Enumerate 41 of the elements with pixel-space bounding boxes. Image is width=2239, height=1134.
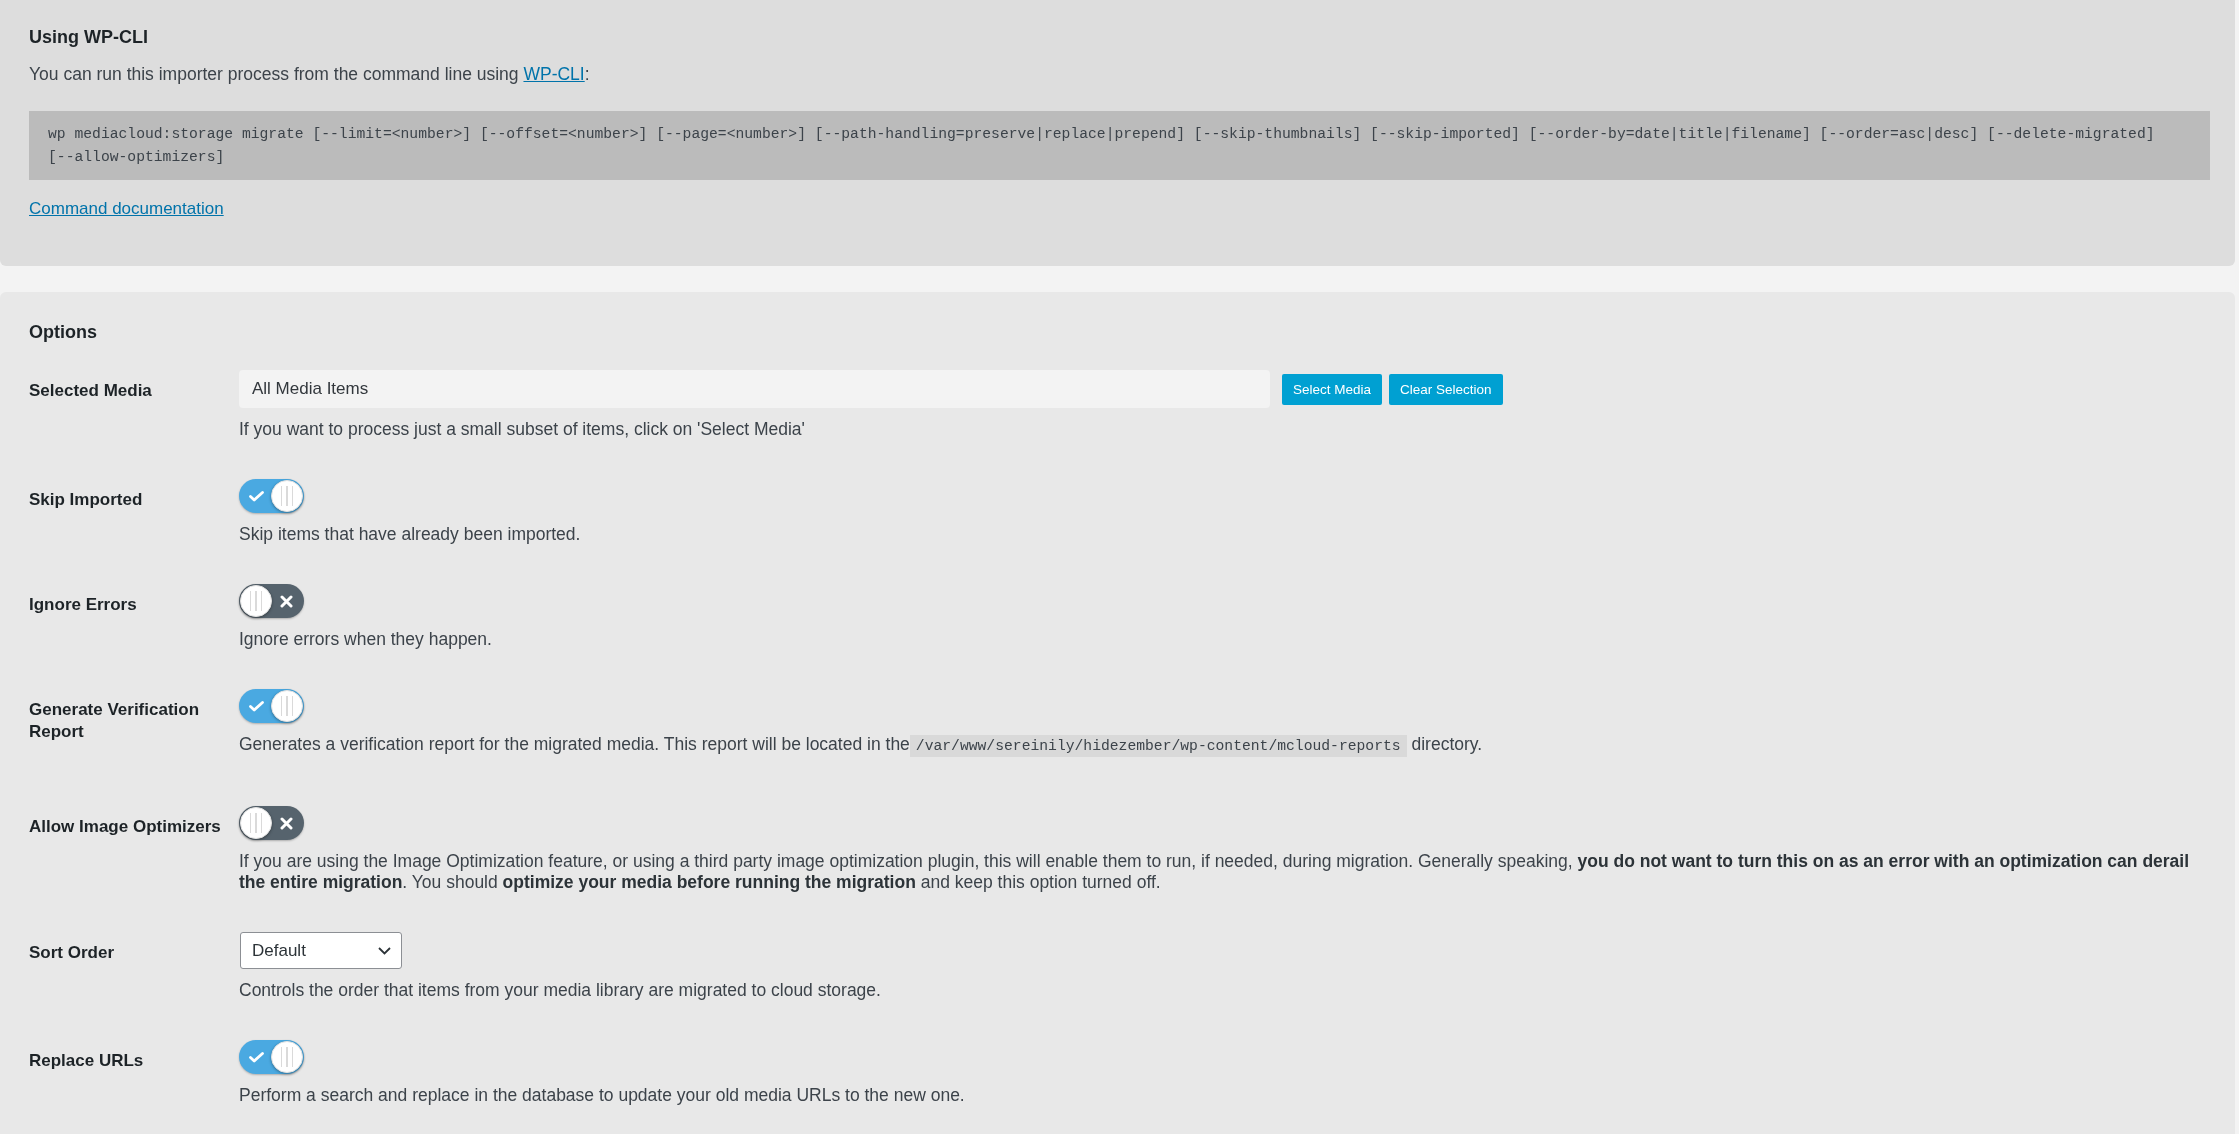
check-icon [249,490,264,502]
wp-cli-link[interactable]: WP-CLI [523,64,585,84]
help-text: Controls the order that items from your media library are migrated to cloud storage. [239,980,882,1001]
option-label: Replace URLs [29,1050,145,1072]
cross-icon [280,816,293,830]
option-label: Allow Image Optimizers [29,816,222,838]
option-label: Generate Verification Report [29,699,201,743]
help-text: If you are using the Image Optimization feature, or using a third party image optimization plugin, this will enable them to run, if needed, during migration. Generally speaking, you do not want to turn this on as an error with an optimization can derail the entire migration. You should optimize your media before running the migration and keep this option turned off. [239,851,2191,893]
help-text: Perform a search and replace in the database to update your old media URLs to the new one. [239,1085,966,1106]
check-icon [249,1051,264,1063]
option-label: Ignore Errors [29,594,138,616]
selected-media-field[interactable]: All Media Items [239,370,1270,408]
help-text: Skip items that have already been imported. [239,524,582,545]
toggle-knob[interactable] [240,807,272,839]
path-code: /var/www/sereinily/hidezember/wp-content/mcloud-reports [909,735,1407,757]
help-text: Ignore errors when they happen. [239,629,493,650]
command-documentation-link[interactable]: Command documentation [29,199,224,218]
help-text: If you want to process just a small subset of items, click on 'Select Media' [239,419,806,440]
toggle-knob[interactable] [271,480,303,512]
option-label: Skip Imported [29,489,144,511]
toggle-switch[interactable] [239,479,304,513]
help-text: Generates a verification report for the migrated media. This report will be located in the /var/www/sereinily/hidezember/wp-content/mcloud-reports directory. [239,734,2210,757]
option-label: Sort Order [29,942,116,964]
intro-text: You can run this importer process from the command line using WP-CLI: [29,64,590,85]
check-icon [249,700,264,712]
section-title: Options [29,321,97,343]
toggle-switch[interactable] [239,1040,304,1074]
chevron-down-icon [378,946,391,955]
toggle-knob[interactable] [271,1041,303,1073]
toggle-switch[interactable] [239,584,304,618]
toggle-switch[interactable] [239,689,304,723]
toggle-knob[interactable] [240,585,272,617]
section-title: Using WP-CLI [29,26,148,48]
clear-selection-button[interactable]: Clear Selection [1389,373,1503,405]
select-media-button[interactable]: Select Media [1282,373,1383,405]
toggle-switch[interactable] [239,806,304,840]
option-label: Selected Media [29,380,153,402]
command-block: wp mediacloud:storage migrate [--limit=<number>] [--offset=<number>] [--page=<number>] [--path-handling=preserve|replace|prepend] [--skip-thumbnails] [--skip-imported] [--order-by=date|title|filename] [--order=asc|desc] [--delete-migrated] [--allow-optimizers] [29,111,2210,180]
toggle-knob[interactable] [271,690,303,722]
cross-icon [280,594,293,608]
sort-order-dropdown[interactable]: Default [240,932,402,969]
